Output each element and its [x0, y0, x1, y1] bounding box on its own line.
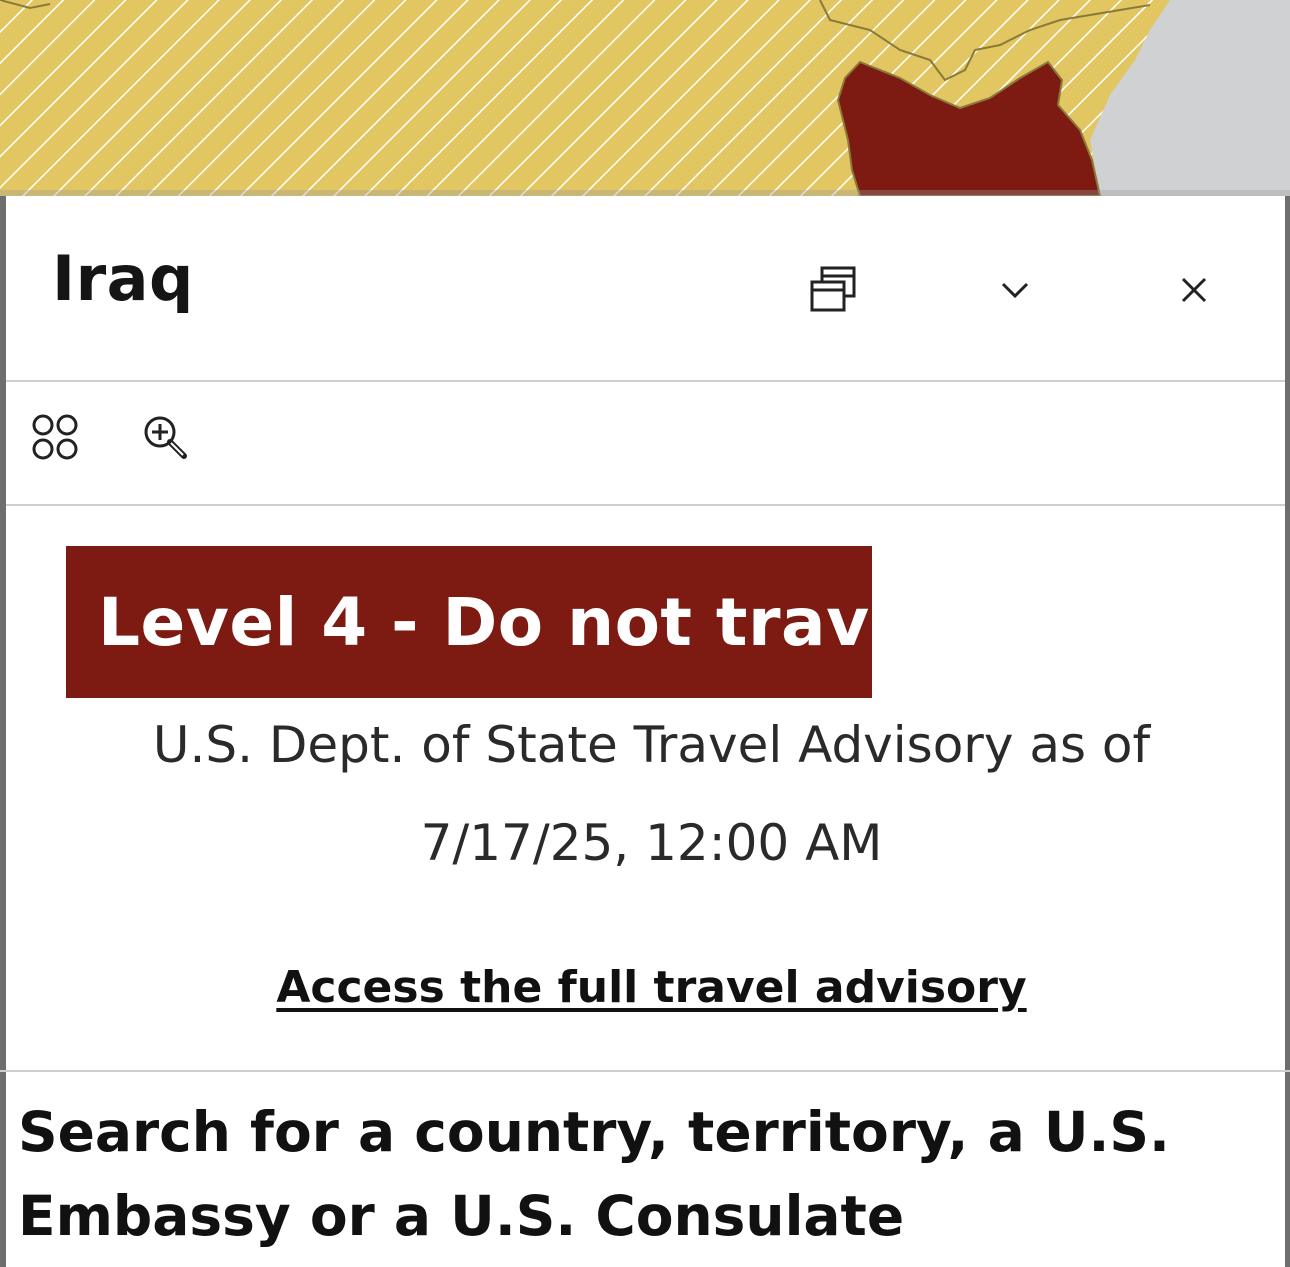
feature-popup: Iraq Level 4 - Do not travel U.S. Dept. …: [0, 196, 1290, 1070]
zoom-to-button[interactable]: [136, 408, 194, 466]
search-right-border: [1285, 1072, 1290, 1267]
advisory-date: 7/17/25, 12:00 AM: [420, 814, 883, 872]
features-icon: [32, 414, 78, 460]
chevron-down-icon: [1001, 282, 1029, 299]
search-panel: Search for a country, territory, a U.S. …: [0, 1070, 1290, 1267]
advisory-level-banner: Level 4 - Do not travel: [66, 546, 937, 698]
map-view[interactable]: [0, 0, 1290, 196]
close-icon: [1181, 277, 1207, 303]
features-button[interactable]: [26, 408, 84, 466]
zoom-to-icon: [144, 416, 187, 459]
full-advisory-link[interactable]: Access the full travel advisory: [6, 962, 1285, 1013]
popup-content: Level 4 - Do not travel U.S. Dept. of St…: [6, 508, 1285, 1068]
dock-icon: [810, 266, 856, 312]
dock-button[interactable]: [804, 260, 864, 320]
advisory-level-label: Level 4 - Do not travel: [98, 583, 938, 661]
popup-right-border: [1285, 196, 1290, 1070]
popup-action-bar: [6, 384, 1285, 506]
map-canvas[interactable]: [0, 0, 1290, 196]
advisory-source-text: U.S. Dept. of State Travel Advisory as o…: [152, 716, 1151, 774]
search-heading: Search for a country, territory, a U.S. …: [18, 1100, 1170, 1248]
search-left-border: [0, 1072, 6, 1267]
popup-header: Iraq: [6, 196, 1285, 382]
collapse-button[interactable]: [985, 260, 1045, 320]
popup-title: Iraq: [52, 242, 194, 315]
close-button[interactable]: [1164, 260, 1224, 320]
